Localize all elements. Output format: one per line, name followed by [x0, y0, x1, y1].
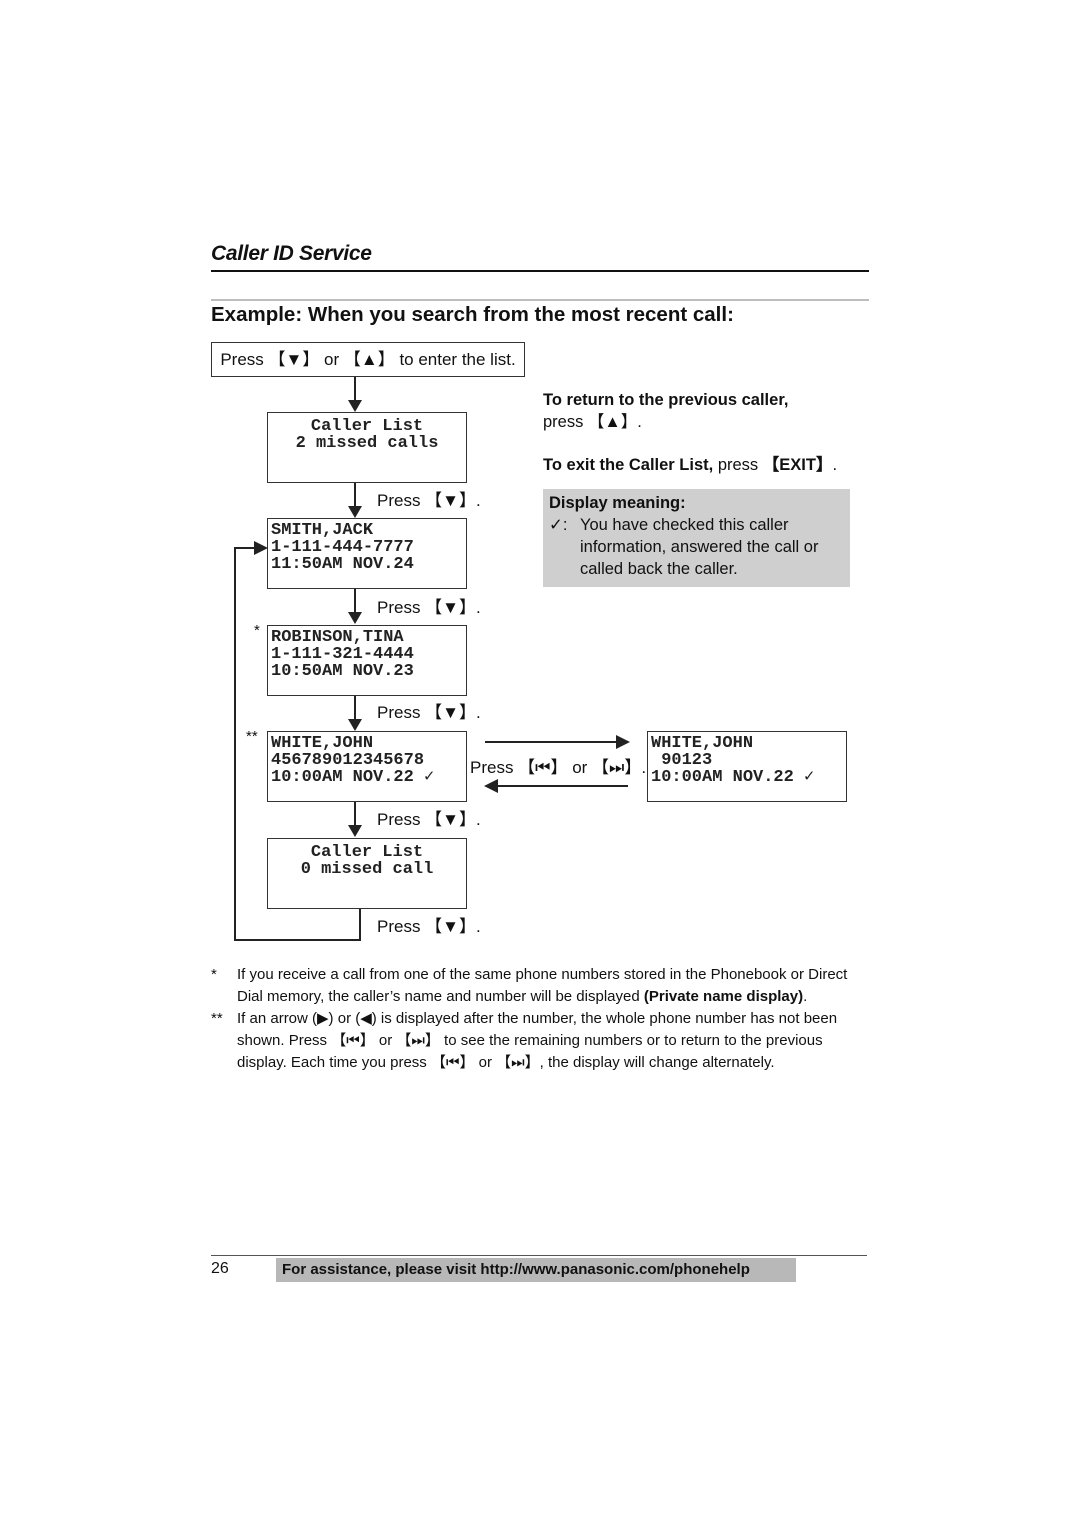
heading-rule: [211, 299, 869, 301]
caller-time: 10:50AM NOV.23: [271, 662, 414, 681]
section-rule: [211, 270, 869, 272]
checkmark-icon: ✓: [424, 768, 435, 787]
press-down-label: Press 【▼】.: [377, 598, 481, 617]
caller-number: 1-111-321-4444: [271, 645, 414, 664]
footnote-text: If an arrow (▶) or (◀) is displayed afte…: [237, 1010, 838, 1071]
caller-name: ROBINSON,TINA: [271, 628, 404, 647]
caller-name: WHITE,JOHN: [651, 734, 754, 753]
press-down-label: Press 【▼】.: [377, 810, 481, 829]
return-note: To return to the previous caller, press …: [543, 389, 863, 433]
exit-note-end: .: [832, 456, 838, 474]
caller-number: 1-111-444-7777: [271, 538, 414, 557]
screen-line: 0 missed call: [300, 860, 434, 879]
flow-connector: [354, 377, 356, 401]
footnote-mark: **: [211, 1010, 223, 1027]
flow-connector: [354, 696, 356, 720]
exit-key: 【EXIT】: [762, 456, 833, 474]
display-meaning-box: Display meaning: ✓: You have checked this…: [543, 489, 850, 587]
footnote-bold: (Private name display): [643, 988, 804, 1005]
footnote-end: .: [803, 988, 808, 1005]
press-down-label: Press 【▼】.: [377, 917, 481, 936]
arrow-right-icon: [254, 541, 268, 555]
caller-name: SMITH,JACK: [271, 521, 374, 540]
arrow-left-icon: [484, 779, 498, 793]
flow-connector: [354, 589, 356, 613]
return-note-title: To return to the previous caller,: [543, 391, 789, 409]
exit-note: To exit the Caller List, press 【EXIT】.: [543, 454, 873, 476]
page-number: 26: [211, 1260, 229, 1277]
caller-name: WHITE,JOHN: [271, 734, 374, 753]
footer-rule: [211, 1255, 867, 1256]
caller-time: 10:00AM NOV.22: [651, 768, 794, 787]
footnote: * If you receive a call from one of the s…: [211, 964, 871, 1008]
checkmark-icon: ✓:: [549, 516, 568, 534]
loop-connector: [359, 909, 361, 941]
flow-connector: [354, 483, 356, 507]
arrow-right-icon: [616, 735, 630, 749]
loop-connector: [234, 547, 255, 549]
caller-time: 10:00AM NOV.22: [271, 768, 414, 787]
help-link[interactable]: For assistance, please visit http://www.…: [276, 1258, 796, 1282]
screen-line: 2 missed calls: [295, 434, 439, 453]
loop-connector: [234, 939, 361, 941]
screen-caller-list-start: Caller List 2 missed calls: [267, 412, 467, 483]
caller-number: 90123: [651, 751, 713, 770]
flow-connector: [485, 741, 617, 743]
footnote-mark: *: [211, 966, 217, 983]
screen-white-john-continued: WHITE,JOHN 90123 10:00AM NOV.22 ✓: [647, 731, 847, 802]
exit-note-text: press: [713, 456, 763, 474]
caller-time: 11:50AM NOV.24: [271, 555, 414, 574]
screen-line: Caller List: [310, 843, 424, 862]
press-down-label: Press 【▼】.: [377, 491, 481, 510]
section-title: Caller ID Service: [211, 242, 372, 265]
screen-caller-list-end: Caller List 0 missed call: [267, 838, 467, 909]
arrow-down-icon: [348, 719, 362, 731]
press-skip-label: Press 【⏮】 or 【⏭】.: [470, 758, 647, 777]
screen-robinson-tina: ROBINSON,TINA 1-111-321-4444 10:50AM NOV.2…: [267, 625, 467, 696]
arrow-down-icon: [348, 400, 362, 412]
footnote: ** If an arrow (▶) or (◀) is displayed af…: [211, 1008, 871, 1074]
footnotes: * If you receive a call from one of the s…: [211, 964, 871, 1074]
arrow-down-icon: [348, 506, 362, 518]
checkmark-icon: ✓: [804, 768, 815, 787]
display-meaning-text: You have checked this caller information…: [580, 516, 819, 578]
loop-connector: [234, 547, 236, 941]
exit-note-title: To exit the Caller List,: [543, 456, 714, 474]
display-meaning-title: Display meaning:: [549, 494, 686, 512]
return-note-text: press 【▲】.: [543, 413, 642, 431]
enter-list-instruction: Press 【▼】 or 【▲】 to enter the list.: [211, 342, 525, 377]
footnote-mark: **: [246, 728, 258, 745]
screen-white-john: WHITE,JOHN 456789012345678 10:00AM NOV.22 …: [267, 731, 467, 802]
flow-connector: [354, 802, 356, 826]
screen-smith-jack: SMITH,JACK 1-111-444-7777 11:50AM NOV.24: [267, 518, 467, 589]
page-heading: Example: When you search from the most r…: [211, 303, 734, 326]
flow-connector: [498, 785, 628, 787]
arrow-down-icon: [348, 825, 362, 837]
press-down-label: Press 【▼】.: [377, 703, 481, 722]
arrow-down-icon: [348, 612, 362, 624]
caller-number: 456789012345678: [271, 751, 425, 770]
screen-line: Caller List: [310, 417, 424, 436]
footnote-mark: *: [254, 622, 260, 639]
